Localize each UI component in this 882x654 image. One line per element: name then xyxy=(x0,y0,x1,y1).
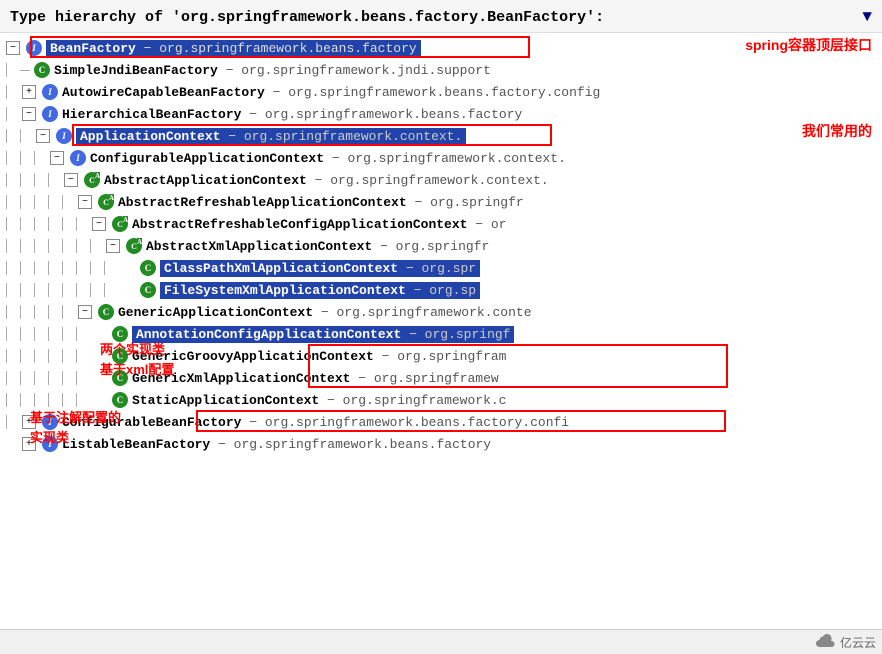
expand-icon[interactable]: − xyxy=(36,129,50,143)
tree-row[interactable]: − I ConfigurableApplicationContext − org… xyxy=(6,147,878,169)
node-text: ClassPathXmlApplicationContext − org.spr xyxy=(164,261,476,276)
watermark-icon xyxy=(816,632,836,652)
expand-icon[interactable]: − xyxy=(78,195,92,209)
badge-class: C xyxy=(98,304,114,320)
node-text: AbstractRefreshableApplicationContext − … xyxy=(118,195,524,210)
node-text: GenericGroovyApplicationContext − org.sp… xyxy=(132,349,506,364)
node-text: AbstractRefreshableConfigApplicationCont… xyxy=(132,217,507,232)
expand-placeholder xyxy=(120,261,134,275)
dropdown-icon[interactable]: ▼ xyxy=(862,8,872,26)
expand-placeholder xyxy=(92,393,106,407)
tree-container: − I BeanFactory − org.springframework.be… xyxy=(0,33,882,461)
node-text: StaticApplicationContext − org.springfra… xyxy=(132,393,506,408)
expand-placeholder xyxy=(92,327,106,341)
tree-row[interactable]: − CA AbstractRefreshableApplicationConte… xyxy=(6,191,878,213)
badge-abstract: CA xyxy=(84,172,100,188)
node-text: AbstractXmlApplicationContext − org.spri… xyxy=(146,239,489,254)
filesystem-text: FileSystemXmlApplicationContext − org.sp xyxy=(160,282,480,299)
spring-container-label: spring容器顶层接口 xyxy=(745,36,872,56)
badge-interface: I xyxy=(70,150,86,166)
expand-icon[interactable]: − xyxy=(6,41,20,55)
expand-icon[interactable]: − xyxy=(78,305,92,319)
application-context-text: ApplicationContext − org.springframework… xyxy=(76,128,466,145)
expand-placeholder xyxy=(120,283,134,297)
expand-icon[interactable]: + xyxy=(22,85,36,99)
tree-row[interactable]: − CA AbstractRefreshableConfigApplicatio… xyxy=(6,213,878,235)
tree-row[interactable]: − I HierarchicalBeanFactory − org.spring… xyxy=(6,103,878,125)
node-text: AbstractApplicationContext − org.springf… xyxy=(104,173,549,188)
badge-interface: I xyxy=(42,84,58,100)
node-text: AutowireCapableBeanFactory − org.springf… xyxy=(62,85,600,100)
tree-row[interactable]: C StaticApplicationContext − org.springf… xyxy=(6,389,878,411)
node-text: AnnotationConfigApplicationContext − org… xyxy=(136,327,510,342)
tree-row[interactable]: C ClassPathXmlApplicationContext − org.s… xyxy=(6,257,878,279)
bottom-bar: 亿云云 xyxy=(0,629,882,654)
badge-class: C xyxy=(140,282,156,298)
expand-icon[interactable]: − xyxy=(106,239,120,253)
tree-row[interactable]: + I ListableBeanFactory − org.springfram… xyxy=(6,433,878,455)
classpath-text: ClassPathXmlApplicationContext − org.spr xyxy=(160,260,480,277)
badge-abstract: CA xyxy=(126,238,142,254)
tree-row[interactable]: + I ConfigurableBeanFactory − org.spring… xyxy=(6,411,878,433)
header-title: Type hierarchy of 'org.springframework.b… xyxy=(10,9,604,26)
xml-impl-line2: 基于xml配置 xyxy=(100,362,174,377)
badge-class: C xyxy=(140,260,156,276)
badge-abstract: CA xyxy=(112,216,128,232)
node-text: FileSystemXmlApplicationContext − org.sp xyxy=(164,283,476,298)
node-text: BeanFactory − org.springframework.beans.… xyxy=(50,41,417,56)
badge-abstract: CA xyxy=(98,194,114,210)
badge-class: C xyxy=(34,62,50,78)
node-text: ConfigurableApplicationContext − org.spr… xyxy=(90,151,566,166)
badge-interface: I xyxy=(42,106,58,122)
tree-row[interactable]: − CA AbstractXmlApplicationContext − org… xyxy=(6,235,878,257)
xml-impl-line1: 两个实现类 xyxy=(100,342,165,357)
annotation-impl-line2: 实现类 xyxy=(30,430,69,445)
header: Type hierarchy of 'org.springframework.b… xyxy=(0,0,882,33)
node-text: GenericApplicationContext − org.springfr… xyxy=(118,305,532,320)
annotation-impl-label: 基于注解配置的 实现类 xyxy=(30,408,121,447)
badge-interface: I xyxy=(26,40,42,56)
node-text: SimpleJndiBeanFactory − org.springframew… xyxy=(54,63,491,78)
node-text: ConfigurableBeanFactory − org.springfram… xyxy=(62,415,569,430)
annotation-config-text: AnnotationConfigApplicationContext − org… xyxy=(132,326,514,343)
tree-row[interactable]: + I AutowireCapableBeanFactory − org.spr… xyxy=(6,81,878,103)
tree-row[interactable]: − I ApplicationContext − org.springframe… xyxy=(6,125,878,147)
xml-impl-label: 两个实现类 基于xml配置 xyxy=(100,340,174,379)
badge-class: C xyxy=(112,392,128,408)
tree-row[interactable]: − CA AbstractApplicationContext − org.sp… xyxy=(6,169,878,191)
expand-icon[interactable]: − xyxy=(64,173,78,187)
watermark-text: 亿云云 xyxy=(840,634,876,651)
node-text-wrap: BeanFactory − org.springframework.beans.… xyxy=(46,40,421,57)
tree-row[interactable]: C FileSystemXmlApplicationContext − org.… xyxy=(6,279,878,301)
badge-interface: I xyxy=(56,128,72,144)
node-text: ApplicationContext − org.springframework… xyxy=(80,129,462,144)
expand-icon[interactable]: − xyxy=(22,107,36,121)
node-text: HierarchicalBeanFactory − org.springfram… xyxy=(62,107,522,122)
app-container: Type hierarchy of 'org.springframework.b… xyxy=(0,0,882,654)
node-text: ListableBeanFactory − org.springframewor… xyxy=(62,437,491,452)
node-text: GenericXmlApplicationContext − org.sprin… xyxy=(132,371,499,386)
tree-row[interactable]: − C GenericApplicationContext − org.spri… xyxy=(6,301,878,323)
expand-icon[interactable]: − xyxy=(92,217,106,231)
commonly-used-label: 我们常用的 xyxy=(802,122,872,142)
tree-row[interactable]: C SimpleJndiBeanFactory − org.springfram… xyxy=(6,59,878,81)
expand-icon[interactable]: − xyxy=(50,151,64,165)
annotation-impl-line1: 基于注解配置的 xyxy=(30,410,121,425)
